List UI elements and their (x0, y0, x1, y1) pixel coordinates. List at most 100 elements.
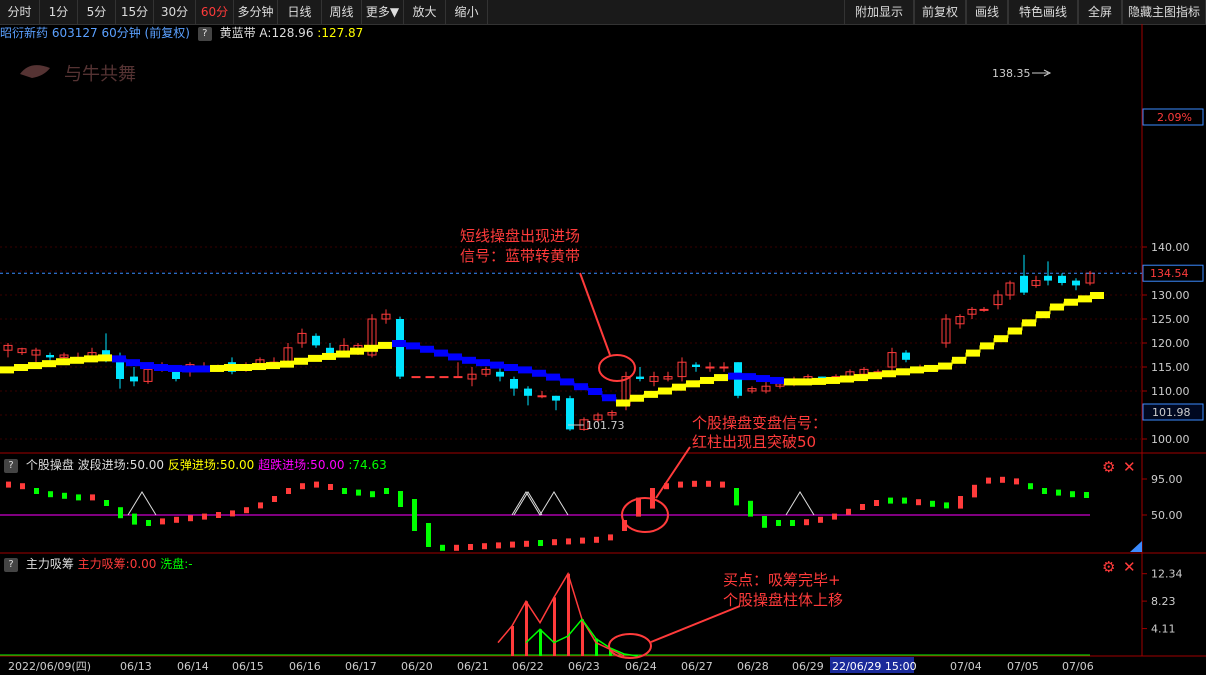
band-yellow-segment (238, 364, 252, 371)
kline-chart[interactable]: 140.00135.00130.00125.00120.00115.00110.… (0, 0, 1206, 675)
band-yellow-segment (630, 394, 644, 402)
band-blue-segment (392, 340, 406, 347)
x-axis-label: 06/22 (512, 660, 544, 673)
sub1-green-dot (1056, 489, 1061, 496)
band-blue-segment (434, 349, 448, 357)
sub1-red-dot (986, 477, 991, 484)
x-axis-label: 06/16 (289, 660, 321, 673)
band-blue-segment (476, 359, 490, 367)
band-yellow-segment (336, 350, 350, 358)
sub2-tick-label: 8.23 (1151, 595, 1176, 608)
candle-body-down (902, 352, 910, 360)
candle-body-down (524, 388, 532, 396)
bull-logo-icon (20, 65, 50, 78)
sub1-red-dot (468, 544, 473, 550)
candle-body-down (510, 379, 518, 389)
cursor-price-label: 101.98 (1152, 406, 1191, 419)
candle-body-up (705, 366, 715, 369)
candle-body-up (453, 376, 463, 379)
candle-body-down (172, 371, 180, 379)
sub1-red-dot (272, 496, 277, 502)
sub1-green-dot (440, 544, 445, 551)
sub1-green-dot (930, 500, 935, 507)
band-yellow-segment (14, 364, 28, 371)
sub1-red-dot (328, 484, 333, 490)
band-yellow-segment (294, 357, 308, 365)
sub1-red-dot (832, 513, 837, 520)
band-blue-segment (728, 372, 742, 380)
sub1-red-dot (692, 480, 697, 487)
candle-body-down (692, 364, 700, 367)
annotation-sub1-text: 个股操盘变盘信号： (692, 414, 827, 432)
sub1-red-dot (202, 513, 207, 520)
close-icon: ✕ (1123, 558, 1136, 576)
annotation-sub2-text: 个股操盘柱体上移 (723, 591, 843, 609)
price-tick-label: 125.00 (1151, 313, 1190, 326)
watermark-text: 与牛共舞 (64, 64, 136, 85)
band-blue-segment (770, 376, 784, 384)
candle-body-up (411, 376, 421, 379)
band-blue-segment (504, 364, 518, 371)
x-axis-label: 06/24 (625, 660, 657, 673)
band-blue-segment (126, 359, 140, 367)
triangle-marker (127, 491, 157, 516)
triangle-marker (785, 491, 815, 516)
band-yellow-segment (252, 363, 266, 371)
band-yellow-segment (0, 366, 14, 374)
sub1-tick-label: 50.00 (1151, 509, 1183, 522)
sub1-red-dot (524, 540, 529, 547)
sub1-red-dot (482, 543, 487, 550)
price-tick-label: 130.00 (1151, 289, 1190, 302)
sub1-green-dot (944, 502, 949, 509)
sub1-red-dot (496, 542, 501, 549)
candle-body-up (425, 376, 435, 379)
price-tick-label: 100.00 (1151, 433, 1190, 446)
band-yellow-segment (966, 349, 980, 357)
sub1-red-dot (874, 500, 879, 506)
candle-body-down (636, 376, 644, 379)
sub1-red-dot (566, 538, 571, 545)
price-tick-label: 140.00 (1151, 241, 1190, 254)
band-blue-segment (602, 394, 616, 402)
sub1-red-dot (300, 483, 305, 490)
band-blue-segment (112, 355, 126, 363)
sub1-green-dot (356, 489, 361, 496)
band-yellow-segment (84, 355, 98, 363)
x-axis-label: 06/14 (177, 660, 209, 673)
sub1-red-dot (580, 537, 585, 544)
sub2-tick-label: 12.34 (1151, 568, 1183, 581)
sub1-bar (426, 523, 431, 547)
sub1-green-dot (1070, 491, 1075, 498)
candle-body-down (552, 395, 560, 401)
band-blue-segment (518, 366, 532, 374)
band-yellow-segment (308, 354, 322, 362)
x-axis-label: 06/29 (792, 660, 824, 673)
band-yellow-segment (994, 335, 1008, 343)
candle-body-down (396, 319, 404, 377)
candle-body-up (719, 366, 729, 369)
band-blue-segment (448, 353, 462, 361)
band-yellow-segment (210, 364, 224, 372)
band-yellow-segment (812, 377, 826, 385)
band-blue-segment (742, 373, 756, 381)
candle-body-down (46, 355, 54, 358)
sub1-bar (762, 519, 767, 528)
band-blue-segment (182, 365, 196, 373)
annotation-pointer (650, 605, 741, 643)
band-yellow-segment (910, 366, 924, 374)
x-axis-label: 06/21 (457, 660, 489, 673)
band-yellow-segment (266, 362, 280, 370)
sub1-red-dot (594, 536, 599, 543)
sub1-green-dot (538, 540, 543, 546)
sub2-red-bar (511, 625, 514, 656)
band-yellow-segment (1090, 292, 1104, 299)
band-yellow-segment (938, 362, 952, 370)
sub1-red-dot (454, 544, 459, 551)
band-yellow-segment (784, 378, 798, 386)
band-yellow-segment (896, 368, 910, 376)
sub1-green-dot (146, 520, 151, 526)
band-blue-segment (196, 365, 210, 373)
x-axis-label: 07/06 (1062, 660, 1094, 673)
sub1-red-dot (258, 502, 263, 509)
price-tick-label: 115.00 (1151, 361, 1190, 374)
